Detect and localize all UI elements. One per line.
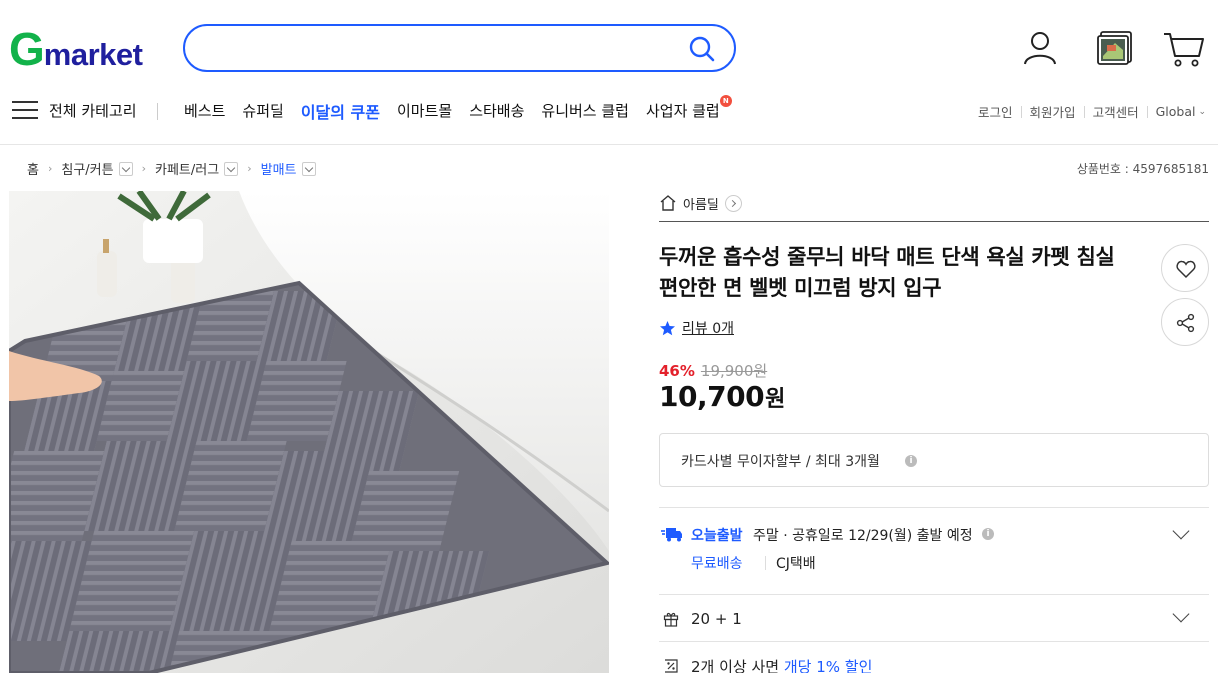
menu-superdeal[interactable]: 슈퍼딜: [242, 100, 283, 123]
dispatch-eta: 주말 · 공휴일로 12/29(월) 출발 예정: [753, 528, 973, 544]
menu-monthly-coupon[interactable]: 이달의 쿠폰: [301, 99, 380, 123]
divider: [659, 221, 1209, 222]
chevron-right-icon: ›: [247, 162, 252, 175]
divider: [659, 507, 1209, 508]
gmarket-logo[interactable]: G market: [9, 23, 143, 75]
util-divider: [1083, 105, 1085, 118]
menu-universe-club[interactable]: 유니버스 클럽: [541, 100, 629, 123]
discount-tag-icon: [665, 659, 678, 673]
wishlist-button[interactable]: [1161, 244, 1209, 292]
breadcrumb-home[interactable]: 홈: [27, 159, 39, 178]
star-icon: [660, 320, 675, 335]
dropdown-toggle-icon[interactable]: [118, 161, 133, 176]
sale-price: 10,700 원: [659, 380, 785, 413]
chevron-down-icon[interactable]: [1172, 522, 1190, 540]
search-input[interactable]: [207, 26, 677, 70]
menu-emart-mall[interactable]: 이마트몰: [397, 100, 452, 123]
installment-text: 카드사별 무이자할부 / 최대 3개월: [681, 454, 880, 470]
free-shipping-label: 무료배송: [691, 556, 743, 572]
review-link[interactable]: 리뷰 0개: [659, 318, 734, 338]
logo-g: G: [9, 23, 45, 75]
product-image[interactable]: [9, 191, 609, 673]
dropdown-toggle-icon[interactable]: [224, 161, 239, 176]
chevron-right-icon: [724, 194, 742, 212]
breadcrumb-bedding[interactable]: 침구/커튼: [61, 159, 113, 178]
menu-star-delivery[interactable]: 스타배송: [469, 100, 524, 123]
dropdown-toggle-icon[interactable]: [301, 161, 316, 176]
utility-links: 로그인 회원가입 고객센터 Global ⌄: [978, 102, 1206, 121]
bulk-discount-text: 2개 이상 사면 개당 1% 할인: [691, 656, 872, 673]
search-icon[interactable]: [688, 35, 716, 63]
original-price: 19,900원: [700, 362, 768, 380]
menu-business-club[interactable]: 사업자 클럽 N: [645, 95, 732, 123]
discount-rate: 46%: [659, 362, 695, 380]
breadcrumb-carpet[interactable]: 카페트/러그: [155, 159, 219, 178]
login-link[interactable]: 로그인: [978, 102, 1013, 121]
chevron-down-icon[interactable]: [1172, 605, 1190, 623]
category-menu: 베스트 슈퍼딜 이달의 쿠폰 이마트몰 스타배송 유니버스 클럽 사업자 클럽 N: [184, 95, 737, 123]
signup-link[interactable]: 회원가입: [1030, 102, 1076, 121]
main-nav: 전체 카테고리 베스트 슈퍼딜 이달의 쿠폰 이마트몰 스타배송 유니버스 클럽…: [0, 92, 1218, 128]
header-divider: [0, 144, 1218, 145]
share-button[interactable]: [1161, 298, 1209, 346]
review-count: 리뷰 0개: [682, 321, 734, 337]
menu-best[interactable]: 베스트: [184, 100, 225, 123]
divider: [659, 594, 1209, 595]
cart-icon[interactable]: [1161, 26, 1205, 70]
info-icon[interactable]: i: [982, 528, 994, 540]
search-bar: [183, 24, 736, 72]
breadcrumb-bathmat[interactable]: 발매트: [261, 159, 297, 178]
divider: [659, 641, 1209, 642]
info-icon[interactable]: i: [905, 455, 917, 467]
shop-name: 아름딜: [683, 197, 719, 213]
chevron-right-icon: ›: [141, 162, 147, 175]
new-badge: N: [719, 95, 732, 107]
util-divider: [1146, 105, 1148, 118]
product-info-panel: 아름딜 두꺼운 흡수성 줄무늬 바닥 매트 단색 욕실 카펫 침실 편안한 면 …: [659, 190, 1209, 673]
breadcrumb: 홈 › 침구/커튼 › 카페트/러그 › 발매트: [27, 159, 316, 178]
shipping-section: 오늘출발 주말 · 공휴일로 12/29(월) 출발 예정 i 무료배송 CJ택…: [659, 522, 1209, 583]
chevron-right-icon: ›: [47, 162, 53, 175]
divider: [765, 556, 766, 570]
recent-items-icon[interactable]: [1093, 26, 1137, 70]
logo-text: market: [43, 37, 143, 72]
price-currency: 원: [765, 387, 786, 412]
gift-promo-text: 20 + 1: [691, 610, 742, 628]
carrier-name: CJ택배: [776, 556, 816, 572]
installment-box: 카드사별 무이자할부 / 최대 3개월 i: [659, 433, 1209, 487]
bulk-discount-highlight: 개당 1% 할인: [783, 658, 873, 673]
chevron-down-icon: ⌄: [1198, 106, 1206, 117]
price-value: 10,700: [659, 380, 765, 413]
util-divider: [1020, 105, 1022, 118]
hamburger-menu-icon[interactable]: [12, 101, 38, 121]
global-link[interactable]: Global: [1156, 104, 1196, 119]
heart-icon: [1176, 260, 1196, 279]
all-category-button[interactable]: 전체 카테고리: [49, 100, 137, 121]
bulk-discount-prefix: 2개 이상 사면: [691, 658, 784, 673]
shop-link[interactable]: 아름딜: [659, 190, 1209, 216]
menu-business-club-label: 사업자 클럽: [645, 102, 720, 120]
product-title: 두꺼운 흡수성 줄무늬 바닥 매트 단색 욕실 카펫 침실 편안한 면 벨벳 미…: [659, 245, 1115, 300]
nav-divider: [157, 103, 158, 120]
delivery-truck-icon: [661, 528, 682, 542]
home-icon: [660, 195, 676, 211]
gift-promo-row[interactable]: 20 + 1: [659, 605, 1209, 633]
share-icon: [1176, 313, 1195, 333]
today-dispatch-label: 오늘출발: [691, 528, 743, 544]
discount-row: 46% 19,900원: [659, 360, 767, 381]
customer-center-link[interactable]: 고객센터: [1093, 102, 1139, 121]
bath-mat-photo: [9, 191, 609, 673]
user-icon[interactable]: [1018, 26, 1062, 70]
product-number: 상품번호 : 4597685181: [1076, 162, 1209, 176]
gift-icon: [663, 612, 679, 627]
